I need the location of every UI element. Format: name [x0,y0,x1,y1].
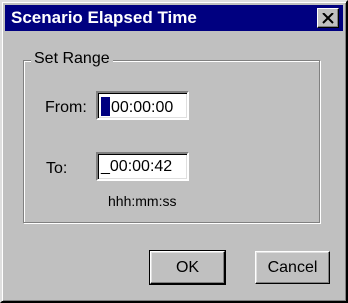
from-time-value: 00:00:00 [111,99,174,116]
ok-button-label: OK [175,258,200,276]
set-range-legend: Set Range [31,50,113,68]
from-label: From: [45,99,87,116]
from-time-input[interactable]: 00:00:00 [96,91,189,120]
text-cursor [101,97,110,116]
cancel-button-label: Cancel [267,258,318,276]
time-format-hint: hhh:mm:ss [108,193,177,209]
cancel-button[interactable]: Cancel [255,251,330,284]
to-time-value: _00:00:42 [101,158,173,175]
close-button[interactable] [317,8,339,28]
title-bar[interactable]: Scenario Elapsed Time [5,5,343,31]
close-icon [322,12,334,24]
to-label: To: [46,160,68,177]
window-title: Scenario Elapsed Time [11,8,197,27]
to-time-input[interactable]: _00:00:42 [96,152,189,181]
ok-button[interactable]: OK [149,250,226,285]
